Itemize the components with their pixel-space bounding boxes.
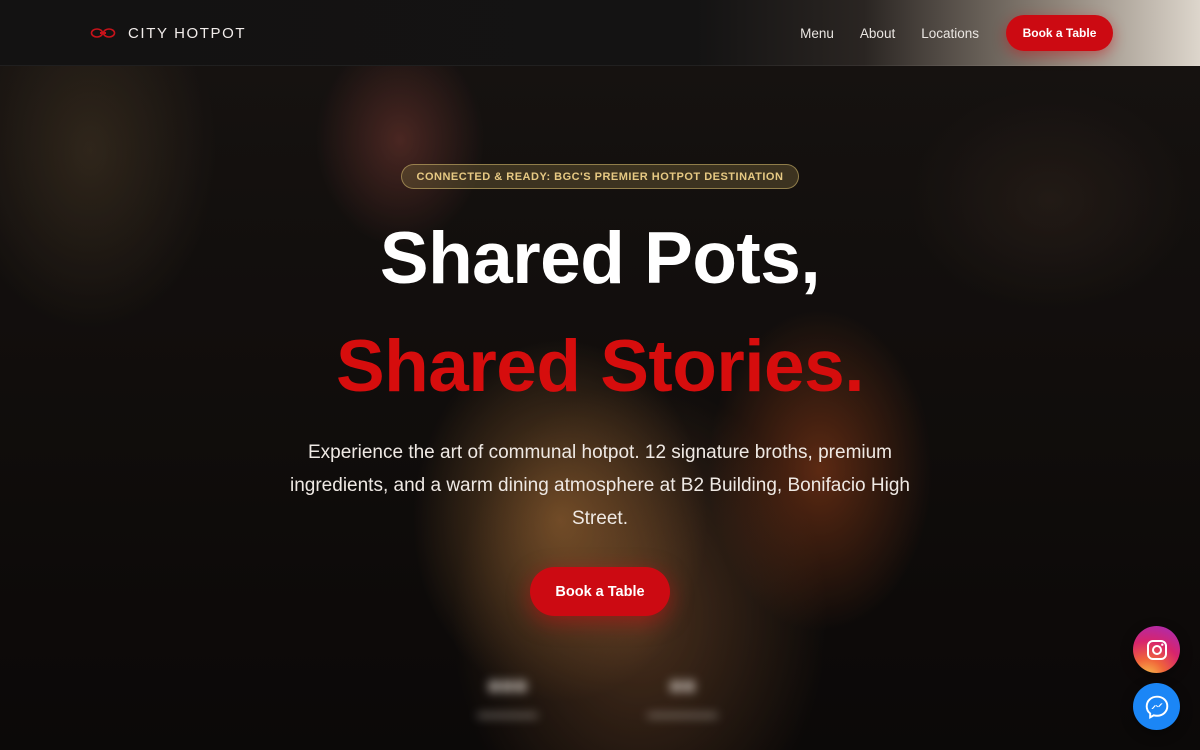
nav-link-locations[interactable]: Locations <box>921 26 979 41</box>
stat-item: ■■■ ▬▬▬▬▬▬ <box>450 673 565 720</box>
twin-pot-logo-icon <box>90 28 116 38</box>
instagram-button[interactable] <box>1133 626 1180 673</box>
main-nav: Menu About Locations Book a Table <box>800 0 1113 66</box>
stat-item: ■■ ▬▬▬▬▬▬▬ <box>615 673 750 720</box>
stat-value-placeholder: ■■■ <box>487 673 528 698</box>
instagram-icon <box>1146 639 1167 660</box>
brand-name: CITY HOTPOT <box>128 24 247 42</box>
messenger-button[interactable] <box>1133 683 1180 730</box>
hero-book-table-button[interactable]: Book a Table <box>530 567 670 616</box>
nav-link-about[interactable]: About <box>860 26 895 41</box>
hero-stats-blurred: ■■■ ▬▬▬▬▬▬ ■■ ▬▬▬▬▬▬▬ <box>0 673 1200 733</box>
hero-section: CONNECTED & READY: BGC'S PREMIER HOTPOT … <box>0 66 1200 750</box>
hero-badge: CONNECTED & READY: BGC'S PREMIER HOTPOT … <box>401 164 799 189</box>
nav-link-menu[interactable]: Menu <box>800 26 834 41</box>
hero-title-line2: Shared Stories. <box>335 326 865 407</box>
stat-label-placeholder: ▬▬▬▬▬▬ <box>477 709 538 720</box>
hero-title-line1: Shared Pots, <box>379 218 821 299</box>
messenger-icon <box>1145 695 1168 719</box>
site-header: CITY HOTPOT Menu About Locations Book a … <box>0 0 1200 66</box>
hero-description: Experience the art of communal hotpot. 1… <box>290 442 910 529</box>
header-book-table-button[interactable]: Book a Table <box>1006 15 1113 51</box>
stat-label-placeholder: ▬▬▬▬▬▬▬ <box>647 709 718 720</box>
stat-value-placeholder: ■■ <box>669 673 696 698</box>
brand-logo-link[interactable]: CITY HOTPOT <box>90 0 246 66</box>
